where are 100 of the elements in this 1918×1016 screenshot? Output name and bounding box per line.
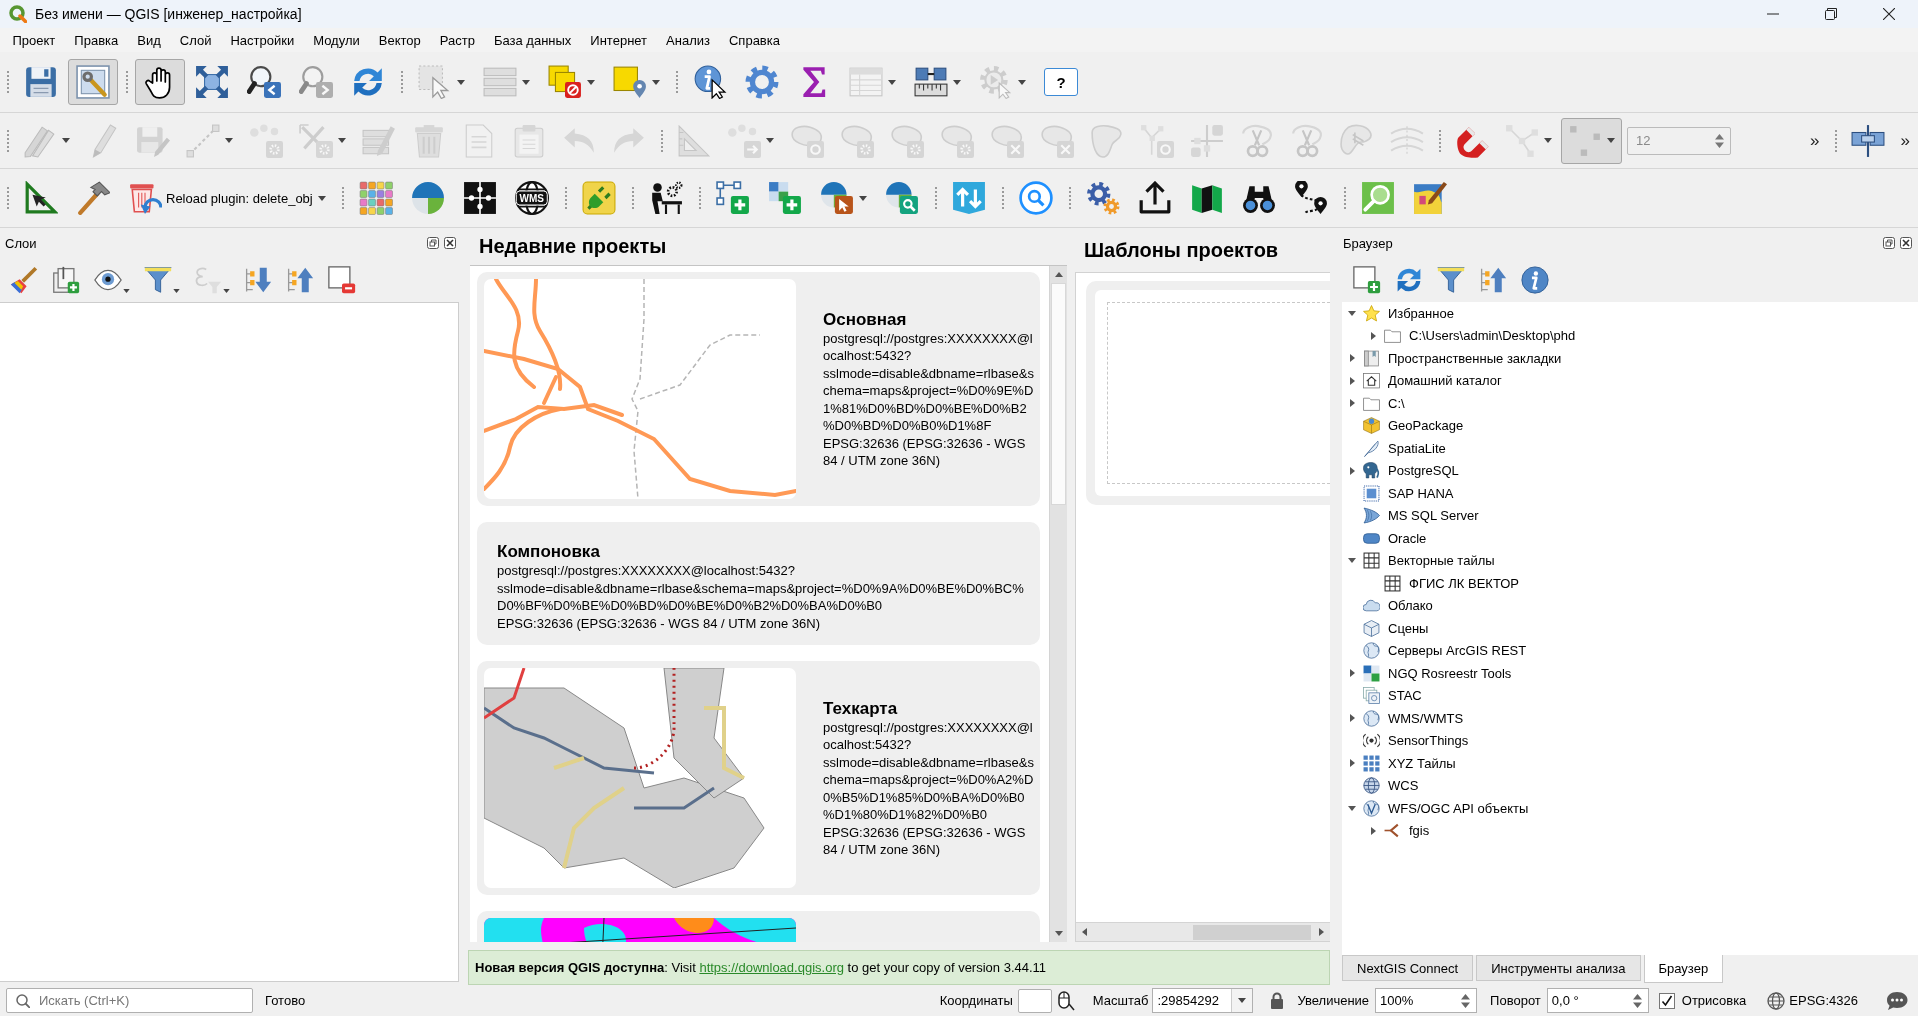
menu-item[interactable]: Модули xyxy=(303,32,370,48)
toolbar-handle[interactable] xyxy=(6,70,10,94)
toolbar-handle[interactable] xyxy=(6,186,10,210)
plug-icon[interactable] xyxy=(581,181,616,215)
caret-icon[interactable] xyxy=(1238,998,1247,1003)
tree-item[interactable]: WCS xyxy=(1388,778,1419,794)
menu-item[interactable]: Растр xyxy=(430,32,485,48)
menu-item[interactable]: Слой xyxy=(170,32,221,48)
tree-item[interactable]: Серверы ArcGIS REST xyxy=(1388,643,1527,659)
caret-icon[interactable] xyxy=(652,79,660,85)
refresh-icon[interactable] xyxy=(351,65,385,99)
disclosure-triangle-icon[interactable] xyxy=(1370,331,1376,340)
toolbar-handle[interactable] xyxy=(6,128,10,153)
tree-item[interactable]: C:\ xyxy=(1388,395,1405,411)
disclosure-triangle-icon[interactable] xyxy=(1349,466,1355,475)
route-pins-icon[interactable] xyxy=(1293,181,1328,215)
puzzle-icon[interactable] xyxy=(462,181,497,215)
color-grid-icon[interactable] xyxy=(358,181,393,215)
disclosure-triangle-icon[interactable] xyxy=(1349,759,1355,768)
spin-arrows-icon[interactable] xyxy=(1632,993,1642,1008)
caret-icon[interactable] xyxy=(587,79,595,85)
project-properties-button[interactable] xyxy=(68,59,118,105)
disclosure-triangle-icon[interactable] xyxy=(1349,669,1355,678)
horizontal-scrollbar[interactable] xyxy=(1076,922,1330,941)
panel-tab[interactable]: NextGIS Connect xyxy=(1342,955,1474,981)
info-icon[interactable] xyxy=(1521,266,1549,294)
info-cursor-icon[interactable] xyxy=(693,65,727,99)
tree-item[interactable]: NGQ Rosreestr Tools xyxy=(1388,665,1512,681)
tree-item[interactable]: Облако xyxy=(1388,598,1433,614)
tree-up-arrow-icon[interactable] xyxy=(1479,266,1507,294)
download-link[interactable]: https://download.qgis.org xyxy=(699,960,844,975)
square-minus-icon[interactable] xyxy=(328,266,356,294)
menu-item[interactable]: Правка xyxy=(64,32,128,48)
spin-arrows-icon[interactable] xyxy=(1461,993,1471,1008)
tree-item[interactable]: C:\Users\admin\Desktop\phd xyxy=(1409,328,1576,344)
triangle-cursor-icon[interactable] xyxy=(24,181,58,215)
gear-icon[interactable] xyxy=(745,65,779,99)
menu-item[interactable]: Анализ xyxy=(656,32,720,48)
disclosure-triangle-icon[interactable] xyxy=(1349,399,1355,408)
map-pen-icon[interactable] xyxy=(1412,181,1447,215)
menu-item[interactable]: Интернет xyxy=(580,32,657,48)
close-icon[interactable] xyxy=(1883,8,1895,20)
square-plus-icon[interactable] xyxy=(1353,266,1381,294)
magnifier-tile-icon[interactable] xyxy=(1360,181,1395,215)
pie-cursor-icon[interactable] xyxy=(819,181,854,215)
coordinate-field[interactable] xyxy=(1017,988,1052,1013)
gears-icon[interactable] xyxy=(1085,181,1120,215)
tree-item[interactable]: MS SQL Server xyxy=(1388,508,1479,524)
tree-up-arrow-icon[interactable] xyxy=(286,266,314,294)
grid-plus-icon[interactable] xyxy=(767,181,802,215)
disclosure-triangle-icon[interactable] xyxy=(1370,826,1376,835)
rotation-field[interactable]: 0,0 ° xyxy=(1546,988,1649,1013)
tree-item[interactable]: Пространственные закладки xyxy=(1388,350,1562,366)
magnifier-back-icon[interactable] xyxy=(247,65,281,99)
refresh-icon[interactable] xyxy=(1395,266,1423,294)
close-icon[interactable] xyxy=(1900,237,1912,249)
left-arrow-icon[interactable] xyxy=(1082,928,1087,936)
tree-item[interactable]: Сцены xyxy=(1388,620,1429,636)
ruler-icon[interactable] xyxy=(914,65,948,99)
more-tools-button[interactable]: » xyxy=(1802,130,1828,151)
messages-icon[interactable] xyxy=(1886,990,1908,1011)
documents-plus-icon[interactable] xyxy=(52,266,80,294)
restore-icon[interactable] xyxy=(1825,8,1837,20)
toolbar-handle[interactable] xyxy=(400,70,404,94)
menu-item[interactable]: Вид xyxy=(127,32,171,48)
vertical-scrollbar[interactable] xyxy=(1049,266,1067,942)
tree-item[interactable]: Oracle xyxy=(1388,530,1427,546)
float-icon[interactable] xyxy=(427,237,439,249)
caret-icon[interactable] xyxy=(858,195,867,201)
upload-icon[interactable] xyxy=(1137,181,1172,215)
search-icon[interactable] xyxy=(1018,181,1053,215)
tree-item[interactable]: WMS/WMTS xyxy=(1388,710,1464,726)
tree-item[interactable]: fgis xyxy=(1409,823,1430,839)
wms-button[interactable]: WMS xyxy=(506,175,557,221)
squares-cancel-icon[interactable] xyxy=(548,65,582,99)
pan-button[interactable] xyxy=(135,59,185,105)
hammer-icon[interactable] xyxy=(76,181,110,215)
menu-item[interactable]: Настройки xyxy=(220,32,304,48)
disclosure-triangle-icon[interactable] xyxy=(1348,805,1356,811)
paintbrush-icon[interactable] xyxy=(10,266,38,294)
pie-chart-icon[interactable] xyxy=(410,181,445,215)
menu-item[interactable]: Вектор xyxy=(369,32,431,48)
split-panels-icon[interactable] xyxy=(1850,123,1885,158)
lock-icon[interactable] xyxy=(1270,992,1285,1009)
tree-item[interactable]: Избранное xyxy=(1388,305,1454,321)
tree-item[interactable]: STAC xyxy=(1388,688,1422,704)
toolbar-handle[interactable] xyxy=(125,70,129,94)
expand-arrows-icon[interactable] xyxy=(195,65,229,99)
panel-tab[interactable]: Браузер xyxy=(1643,955,1724,983)
up-arrow-icon[interactable] xyxy=(1054,272,1063,277)
crs-button[interactable]: EPSG:4326 xyxy=(1767,991,1858,1010)
toolbar-handle[interactable] xyxy=(675,70,679,94)
right-arrow-icon[interactable] xyxy=(1319,928,1324,936)
pie-magnifier-icon[interactable] xyxy=(884,181,919,215)
more-tools-button[interactable]: » xyxy=(1892,130,1918,151)
filter-icon[interactable] xyxy=(1437,266,1465,294)
project-card[interactable] xyxy=(477,272,1040,506)
magnifier-field[interactable]: 100% xyxy=(1375,988,1478,1013)
caret-icon[interactable] xyxy=(953,79,961,85)
menu-item[interactable]: Справка xyxy=(719,32,790,48)
